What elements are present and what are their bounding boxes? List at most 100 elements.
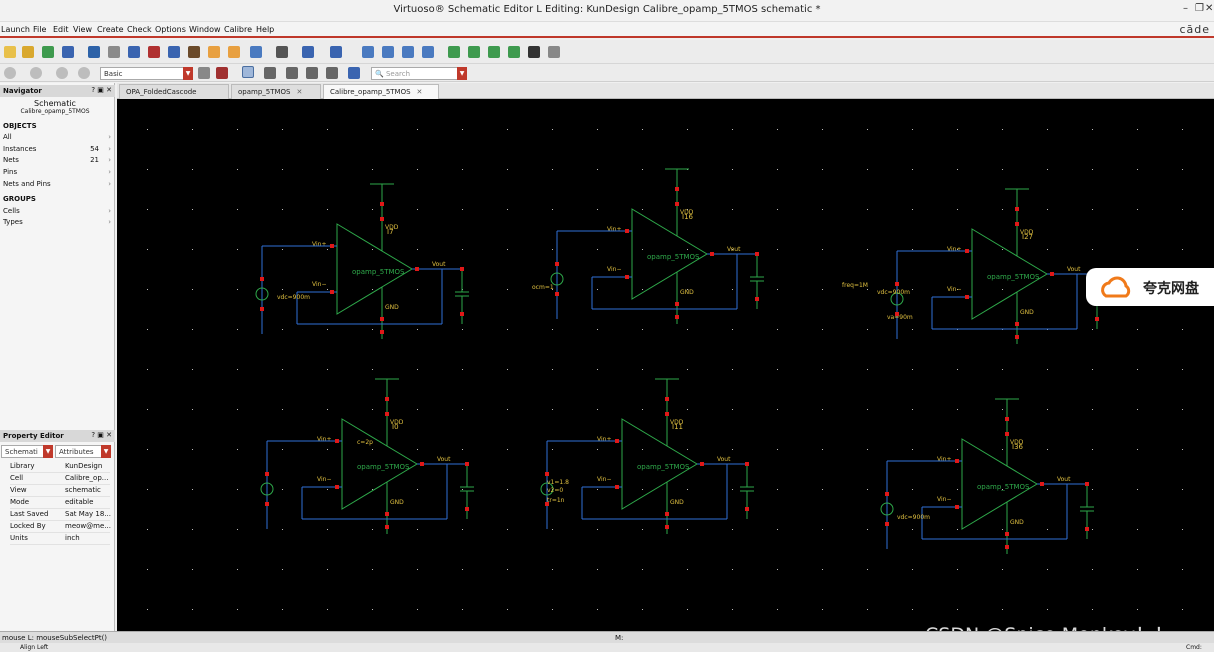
menu-window[interactable]: Window	[189, 25, 221, 34]
close-tab-icon[interactable]: ✕	[297, 88, 303, 96]
stop-icon[interactable]	[56, 67, 68, 79]
minimize-button[interactable]: –	[1183, 3, 1188, 14]
grid-dot	[1002, 209, 1003, 210]
workspace-delete-icon[interactable]	[216, 67, 228, 79]
redo-icon[interactable]	[228, 46, 240, 58]
grid-dot	[687, 489, 688, 490]
stretch-icon[interactable]	[128, 46, 140, 58]
area-select-icon[interactable]	[286, 67, 298, 79]
grid-dot	[1047, 449, 1048, 450]
nav-item-nets-and-pins[interactable]: Nets and Pins ›	[3, 180, 111, 190]
zoom-area-icon[interactable]	[402, 46, 414, 58]
schematic-canvas[interactable]: opamp_5TMOS I7 Vin+ Vin− Vout VDD GND opamp_5TM…	[117, 99, 1214, 631]
panel-controls-icon[interactable]: ? ▣ ✕	[91, 431, 112, 439]
check-save-icon[interactable]	[42, 46, 54, 58]
forward-icon[interactable]	[30, 67, 42, 79]
save-icon[interactable]	[62, 46, 74, 58]
pe-row-last-saved[interactable]: Last Saved Sat May 18...	[10, 510, 111, 521]
text-tool-icon[interactable]	[276, 46, 288, 58]
nav-item-nets[interactable]: Nets 21 ›	[3, 156, 111, 166]
grid-dot	[822, 249, 823, 250]
open-icon[interactable]	[22, 46, 34, 58]
close-tab-icon[interactable]: ✕	[417, 88, 423, 96]
pe-row-mode[interactable]: Mode editable	[10, 498, 110, 509]
nav-item-types[interactable]: Types ›	[3, 218, 111, 228]
pin-icon[interactable]	[528, 46, 540, 58]
menu-file[interactable]: File	[33, 25, 46, 34]
nav-item-pins[interactable]: Pins ›	[3, 168, 111, 178]
distribute-icon[interactable]	[330, 46, 342, 58]
new-icon[interactable]	[4, 46, 16, 58]
grid-dot	[642, 169, 643, 170]
delete-icon[interactable]	[148, 46, 160, 58]
workspace-select[interactable]: Basic ▼	[100, 67, 193, 80]
grid-dot	[507, 329, 508, 330]
text-icon[interactable]	[188, 46, 200, 58]
note-icon[interactable]	[548, 46, 560, 58]
back-icon[interactable]	[4, 67, 16, 79]
zoom-fit-icon[interactable]	[422, 46, 434, 58]
partial-select-icon[interactable]	[264, 67, 276, 79]
menu-help[interactable]: Help	[256, 25, 274, 34]
groups-header: GROUPS	[3, 195, 36, 203]
zoom-out-icon[interactable]	[382, 46, 394, 58]
pe-row-locked-by[interactable]: Locked By meow@me...	[10, 522, 111, 533]
refresh-icon[interactable]	[78, 67, 90, 79]
menu-check[interactable]: Check	[127, 25, 152, 34]
grid-dot	[327, 609, 328, 610]
zoom-in-icon[interactable]	[362, 46, 374, 58]
menu-edit[interactable]: Edit	[53, 25, 69, 34]
grid-dot	[417, 249, 418, 250]
instance-icon[interactable]	[448, 46, 460, 58]
panel-controls-icon[interactable]: ? ▣ ✕	[91, 86, 112, 94]
pe-row-units[interactable]: Units inch	[10, 534, 110, 545]
grid-dot	[552, 609, 553, 610]
search-field[interactable]: 🔍 Search ▼	[371, 67, 467, 80]
menu-launch[interactable]: Launch	[1, 25, 30, 34]
label-icon[interactable]	[250, 46, 262, 58]
select-mode-icon[interactable]	[242, 66, 254, 78]
wide-wire-icon[interactable]	[488, 46, 500, 58]
pe-row-view[interactable]: View schematic	[10, 486, 110, 497]
grid-dot	[822, 609, 823, 610]
grid-dot	[912, 609, 913, 610]
pe-mode-select[interactable]: Attributes ▼	[55, 445, 111, 458]
tab-calibre-opamp-5tmos[interactable]: Calibre_opamp_5TMOS ✕	[323, 84, 439, 99]
nav-item-cells[interactable]: Cells ›	[3, 207, 111, 217]
menu-create[interactable]: Create	[97, 25, 124, 34]
menu-calibre[interactable]: Calibre	[224, 25, 252, 34]
descend-icon[interactable]	[348, 67, 360, 79]
nav-item-all[interactable]: All ›	[3, 133, 111, 143]
menu-view[interactable]: View	[73, 25, 92, 34]
pe-type-select[interactable]: Schemati ▼	[1, 445, 53, 458]
wire-name-icon[interactable]	[508, 46, 520, 58]
quark-cloud-badge[interactable]: 夸克网盘	[1086, 268, 1214, 306]
undo-icon[interactable]	[208, 46, 220, 58]
maximize-button[interactable]: ❐	[1195, 3, 1204, 14]
fit-icon[interactable]	[88, 46, 100, 58]
grid-dot	[1137, 449, 1138, 450]
schematic-drawing[interactable]: opamp_5TMOSI7Vin+Vin−VoutVDDGNDopamp_5TM…	[117, 99, 1214, 631]
chevron-down-icon: ▼	[43, 445, 53, 458]
wire-icon[interactable]	[468, 46, 480, 58]
align-icon[interactable]	[302, 46, 314, 58]
pe-row-library[interactable]: Library KunDesign	[10, 462, 110, 473]
tab-opamp-5tmos[interactable]: opamp_5TMOS ✕	[231, 84, 321, 99]
opamp-label: opamp_5TMOS	[987, 273, 1040, 281]
grid-dot	[1047, 249, 1048, 250]
tab-opa-foldedcascode[interactable]: OPA_FoldedCascode	[119, 84, 229, 99]
properties-icon[interactable]	[168, 46, 180, 58]
pe-row-cell[interactable]: Cell Calibre_op...	[10, 474, 110, 485]
menu-options[interactable]: Options	[155, 25, 186, 34]
copy-icon[interactable]	[108, 46, 120, 58]
pin-dot	[1095, 317, 1099, 321]
nav-item-instances[interactable]: Instances 54 ›	[3, 145, 111, 155]
pin-dot	[330, 290, 334, 294]
grid-dot	[372, 489, 373, 490]
workspace-save-icon[interactable]	[198, 67, 210, 79]
grid-dot	[1137, 409, 1138, 410]
text-select-icon[interactable]	[326, 67, 338, 79]
grid-dot	[1182, 569, 1183, 570]
close-button[interactable]: ✕	[1205, 3, 1213, 14]
net-select-icon[interactable]	[306, 67, 318, 79]
